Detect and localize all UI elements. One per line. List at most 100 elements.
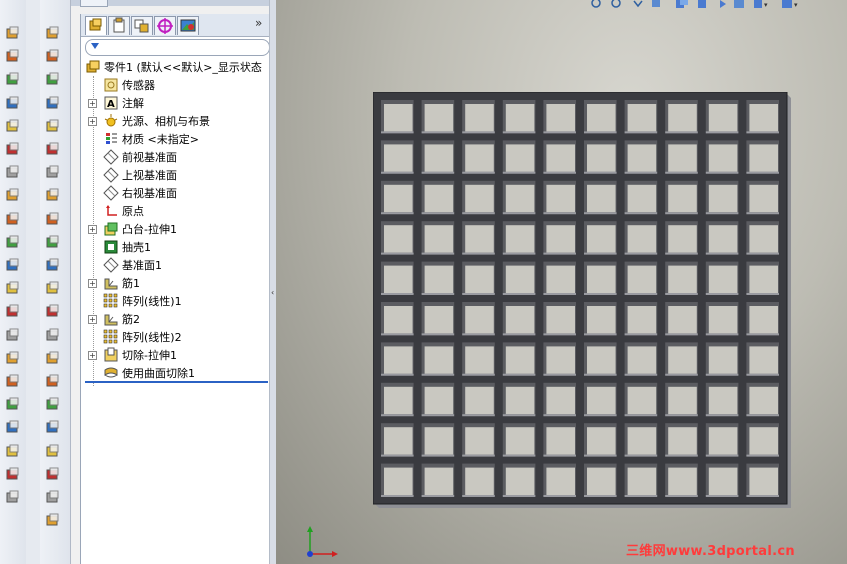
featuremanager-tab[interactable] (85, 16, 107, 35)
wrap-icon[interactable] (4, 302, 22, 320)
3d-sketch-icon[interactable] (44, 488, 62, 506)
tree-item[interactable]: 阵列(线性)2 (81, 328, 270, 346)
tree-item-label: 筋1 (122, 277, 140, 290)
hole-wizard-icon[interactable] (4, 140, 22, 158)
display-style-icon[interactable] (698, 0, 706, 8)
intersect-icon[interactable] (4, 326, 22, 344)
draft-icon[interactable] (44, 210, 62, 228)
extruded-cut-icon[interactable] (44, 24, 62, 42)
revolved-cut-icon[interactable] (44, 47, 62, 65)
dimxpert-tab[interactable] (154, 16, 176, 35)
tree-item[interactable]: 上视基准面 (81, 166, 270, 184)
flex-icon[interactable] (44, 372, 62, 390)
tree-item[interactable]: 传感器 (81, 76, 270, 94)
fillet-icon[interactable] (44, 140, 62, 158)
sketch-icon[interactable] (4, 488, 22, 506)
rib-icon[interactable] (4, 210, 22, 228)
intersect-icon[interactable] (44, 395, 62, 413)
split-icon[interactable] (44, 418, 62, 436)
grid-cell-opening (505, 104, 535, 132)
shell-icon[interactable] (44, 233, 62, 251)
command-tab[interactable] (80, 0, 108, 7)
freeform-icon[interactable] (44, 302, 62, 320)
combine-icon[interactable] (44, 465, 62, 483)
swept-boss-icon[interactable] (4, 70, 22, 88)
expand-toggle-icon[interactable]: + (88, 224, 97, 234)
curves-icon[interactable] (4, 418, 22, 436)
view-settings-icon[interactable]: ▾ (782, 0, 798, 9)
indent-icon[interactable] (44, 349, 62, 367)
extruded-boss-icon[interactable] (4, 24, 22, 42)
linear-pattern-icon[interactable] (44, 163, 62, 181)
zoom-to-area-icon[interactable] (611, 0, 621, 8)
smart-dimension-icon[interactable] (44, 511, 62, 529)
tree-item[interactable]: + 光源、相机与布景 (81, 112, 270, 130)
more-tabs-chevron-icon[interactable]: » (255, 16, 262, 30)
previous-view-icon[interactable] (633, 0, 643, 8)
view-orientation-icon[interactable] (676, 0, 688, 8)
grid-cell-opening (708, 265, 738, 293)
chamfer-icon[interactable] (4, 186, 22, 204)
tree-item[interactable]: + A 注解 (81, 94, 270, 112)
expand-toggle-icon[interactable]: + (88, 350, 97, 360)
shell-icon[interactable] (4, 233, 22, 251)
tree-item[interactable]: + 凸台-拉伸1 (81, 220, 270, 238)
dome-icon[interactable] (44, 279, 62, 297)
tree-item[interactable]: 前视基准面 (81, 148, 270, 166)
tree-item[interactable]: + 切除-拉伸1 (81, 346, 270, 364)
section-view-icon[interactable] (652, 0, 660, 7)
tree-item[interactable]: + 筋2 (81, 310, 270, 328)
move-copy-icon[interactable] (44, 442, 62, 460)
tree-item[interactable]: 抽壳1 (81, 238, 270, 256)
grid-cell-opening (587, 184, 616, 213)
expand-toggle-icon[interactable]: + (88, 116, 97, 126)
expand-toggle-icon[interactable]: + (88, 314, 97, 324)
swept-cut-icon[interactable] (44, 70, 62, 88)
rollback-bar[interactable] (85, 381, 268, 383)
grid-cell-opening (627, 386, 657, 415)
apply-scene-icon[interactable]: ▾ (754, 0, 768, 9)
lofted-cut-icon[interactable] (44, 94, 62, 112)
revolved-boss-icon[interactable] (4, 47, 22, 65)
mirror-icon[interactable] (4, 349, 22, 367)
tree-item[interactable]: 使用曲面切除1 (81, 364, 270, 382)
deform-icon[interactable] (44, 326, 62, 344)
tree-item[interactable]: 基准面1 (81, 256, 270, 274)
tree-root-part[interactable]: 零件1 (默认<<默认>_显示状态 (81, 58, 270, 76)
fillet-icon[interactable] (4, 163, 22, 181)
zoom-to-fit-icon[interactable] (591, 0, 601, 8)
collapse-panel-icon[interactable]: ‹ (271, 288, 274, 297)
tree-item[interactable]: 右视基准面 (81, 184, 270, 202)
tree-item[interactable]: 材质 <未指定> (81, 130, 270, 148)
tree-item[interactable]: + 筋1 (81, 274, 270, 292)
display-manager-tab[interactable] (177, 16, 199, 35)
propertymanager-tab[interactable] (108, 16, 130, 35)
draft-icon[interactable] (4, 256, 22, 274)
wrap-icon[interactable] (44, 256, 62, 274)
reference-geometry-icon[interactable] (4, 395, 22, 413)
boundary-boss-icon[interactable] (4, 117, 22, 135)
triad-axis-icon (307, 526, 338, 557)
grid-cell-opening (587, 467, 616, 495)
dome-icon[interactable] (4, 279, 22, 297)
graphics-viewport[interactable]: ▾ ▾ (276, 0, 847, 564)
tree-item[interactable]: 阵列(线性)1 (81, 292, 270, 310)
feature-filter-input[interactable] (85, 39, 270, 56)
pattern-icon[interactable] (4, 372, 22, 390)
expand-toggle-icon[interactable]: + (88, 278, 97, 288)
tree-item[interactable]: 原点 (81, 202, 270, 220)
configurationmanager-tab[interactable] (131, 16, 153, 35)
edit-appearance-icon[interactable] (734, 0, 744, 8)
hide-show-items-icon[interactable] (720, 0, 726, 8)
grid-cell-opening (668, 265, 697, 293)
expand-toggle-icon[interactable]: + (88, 98, 97, 108)
grid-part-model[interactable] (373, 92, 793, 512)
rib-icon[interactable] (44, 186, 62, 204)
lofted-boss-icon[interactable] (4, 94, 22, 112)
instant3d-icon[interactable] (4, 442, 22, 460)
grid-cell-opening (749, 467, 778, 495)
grid-cell-opening (627, 104, 657, 132)
origin-icon (103, 203, 119, 219)
rapidsketch-icon[interactable] (4, 465, 22, 483)
boundary-cut-icon[interactable] (44, 117, 62, 135)
